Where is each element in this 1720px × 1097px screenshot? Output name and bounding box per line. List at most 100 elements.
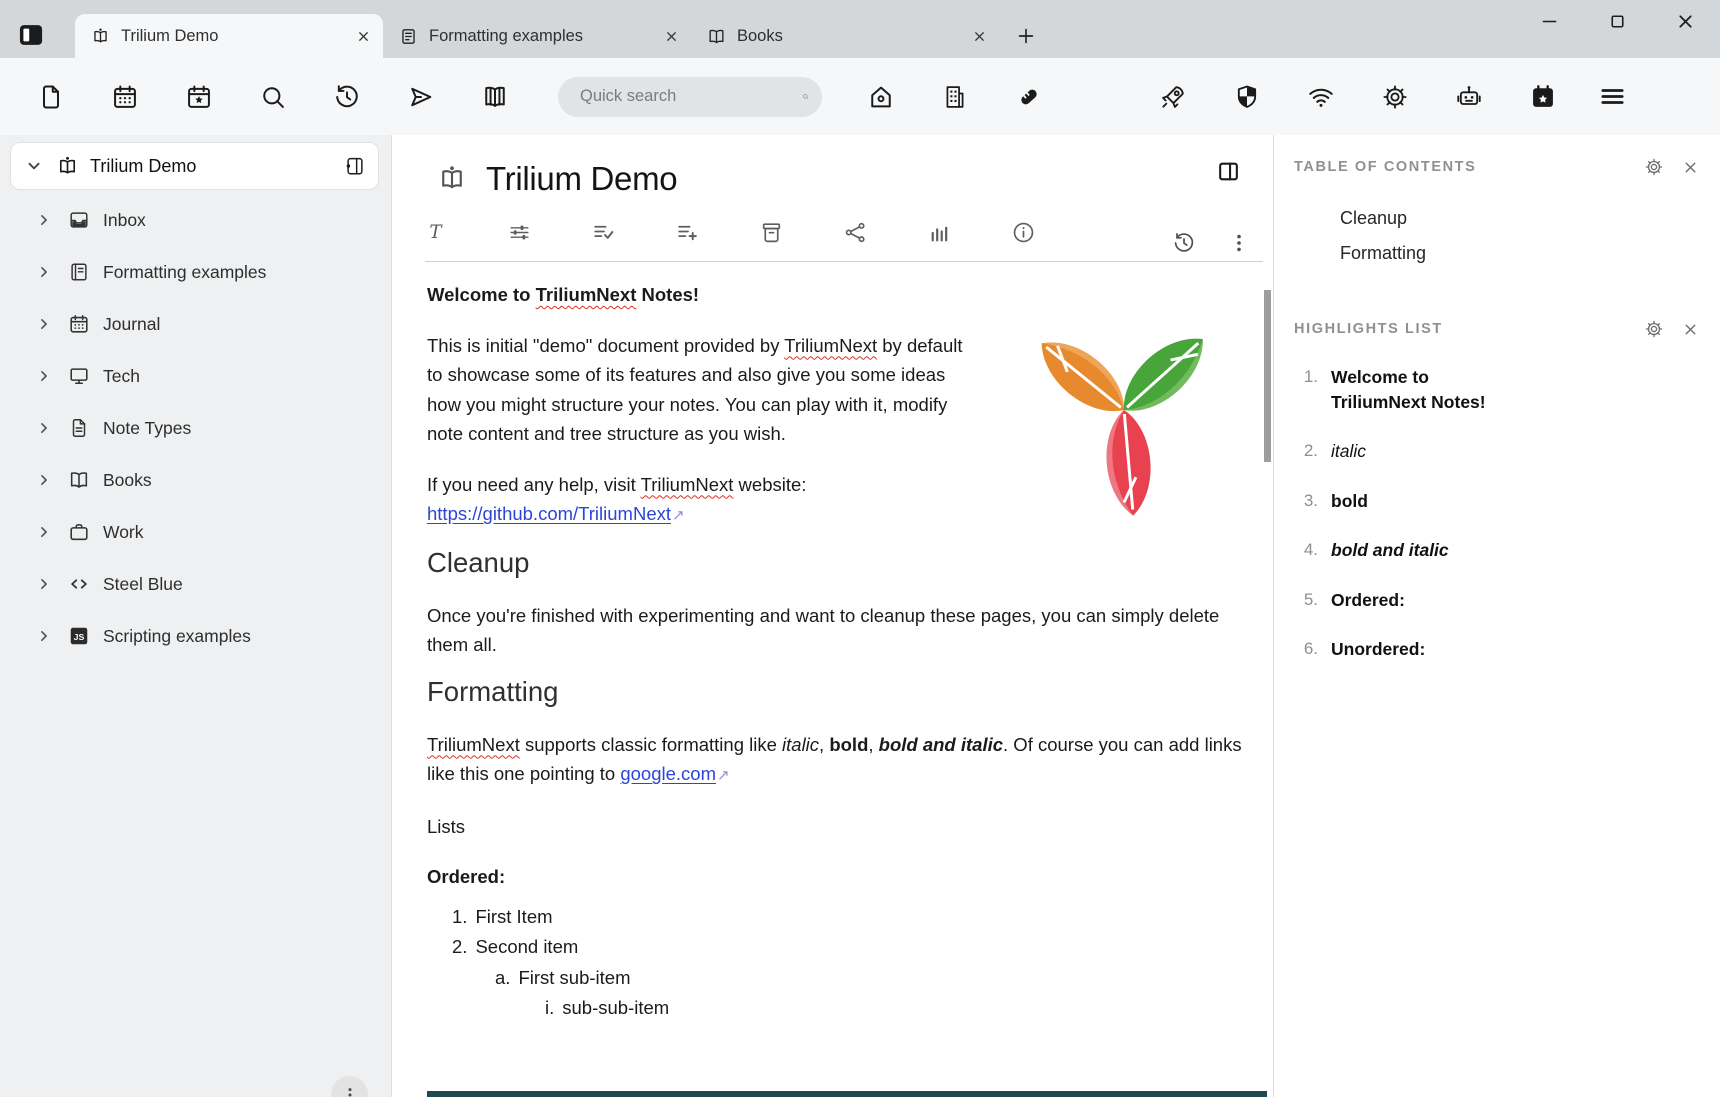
tree-item-tech[interactable]: Tech: [0, 350, 391, 402]
calendarstarfilled-icon[interactable]: [1529, 83, 1557, 111]
highlight-item-italic[interactable]: 2.italic: [1274, 439, 1720, 464]
external-link-icon: ↗: [672, 501, 685, 531]
titlebar: Trilium DemoFormatting examples Books: [0, 0, 1720, 58]
info-icon[interactable]: [1011, 220, 1036, 245]
highlights-header: HIGHLIGHTS LIST: [1294, 319, 1699, 339]
hamburger-menu-icon[interactable]: [1598, 82, 1627, 111]
gear-icon[interactable]: [1644, 157, 1664, 177]
note-title[interactable]: Trilium Demo: [486, 160, 677, 198]
rocket-icon[interactable]: [1159, 83, 1187, 111]
heading-cleanup: Cleanup: [427, 546, 1257, 580]
tab-formatting-examples[interactable]: Formatting examples: [383, 14, 691, 58]
history-icon[interactable]: [333, 83, 361, 111]
building-icon[interactable]: [941, 83, 969, 111]
close-icon[interactable]: [1682, 321, 1699, 338]
tree-root-trilium-demo[interactable]: Trilium Demo: [10, 142, 379, 190]
italict-icon[interactable]: T: [423, 220, 448, 245]
map-icon[interactable]: [481, 83, 509, 111]
tree-item-work[interactable]: Work: [0, 506, 391, 558]
tab-books[interactable]: Books: [691, 14, 999, 58]
chevron-right-icon[interactable]: [34, 210, 54, 230]
tree-item-journal[interactable]: Journal: [0, 298, 391, 350]
note-detail-pane: Trilium Demo T: [393, 135, 1273, 1097]
highlight-item-bold-and-italic[interactable]: 4.bold and italic: [1274, 538, 1720, 563]
calendarstar-icon[interactable]: [185, 83, 213, 111]
note-icon[interactable]: [437, 164, 467, 194]
chevron-right-icon[interactable]: [34, 418, 54, 438]
tree-item-scripting-examples[interactable]: JSScripting examples: [0, 610, 391, 662]
toc-item-formatting[interactable]: Formatting: [1340, 236, 1720, 271]
toc-items: CleanupFormatting: [1340, 201, 1720, 271]
content-link[interactable]: google.com: [620, 763, 716, 784]
tree-more-options-button[interactable]: [331, 1076, 368, 1097]
tree-item-inbox[interactable]: Inbox: [0, 194, 391, 246]
listcheck-icon[interactable]: [591, 220, 616, 245]
new-tab-button[interactable]: [1015, 25, 1037, 47]
marker-icon[interactable]: [1015, 83, 1043, 111]
robot-icon[interactable]: [1455, 83, 1483, 111]
split-pane-icon[interactable]: [1216, 159, 1241, 184]
highlight-item-bold[interactable]: 3.bold: [1274, 489, 1720, 514]
chevron-right-icon[interactable]: [34, 314, 54, 334]
quick-search[interactable]: [558, 77, 822, 117]
highlight-item-unordered[interactable]: 6.Unordered:: [1274, 637, 1720, 662]
send-icon[interactable]: [407, 83, 435, 111]
file-icon[interactable]: [37, 83, 65, 111]
archive-icon[interactable]: [759, 220, 784, 245]
toolbar-left-icons: [37, 83, 509, 111]
content-link[interactable]: https://github.com/TriliumNext: [427, 503, 671, 524]
tree-item-formatting-examples[interactable]: Formatting examples: [0, 246, 391, 298]
close-icon[interactable]: [1682, 159, 1699, 176]
wifi-icon[interactable]: [1307, 83, 1335, 111]
close-tab-icon[interactable]: [972, 29, 987, 44]
tree-item-books[interactable]: Books: [0, 454, 391, 506]
maximize-button[interactable]: [1607, 11, 1628, 32]
tree-item-label: Work: [103, 522, 144, 543]
close-window-button[interactable]: [1675, 11, 1696, 32]
chevron-right-icon[interactable]: [34, 262, 54, 282]
tune-icon[interactable]: [507, 220, 532, 245]
highlight-item-ordered[interactable]: 5.Ordered:: [1274, 588, 1720, 613]
chevron-right-icon[interactable]: [34, 522, 54, 542]
gear-icon[interactable]: [1381, 83, 1409, 111]
tree-item-steel-blue[interactable]: Steel Blue: [0, 558, 391, 610]
chevron-right-icon[interactable]: [34, 470, 54, 490]
kebab-icon[interactable]: [1227, 231, 1251, 255]
close-tab-icon[interactable]: [664, 29, 679, 44]
jsBadge-icon: JS: [68, 625, 90, 647]
chevron-right-icon[interactable]: [34, 626, 54, 646]
highlight-item-welcome-to-triliumnext-notes[interactable]: 1.Welcome to TriliumNext Notes!: [1274, 365, 1720, 414]
close-tab-icon[interactable]: [356, 29, 371, 44]
tab-trilium-demo[interactable]: Trilium Demo: [75, 14, 383, 58]
home-icon[interactable]: [867, 83, 895, 111]
shield-icon[interactable]: [1233, 83, 1261, 111]
calendar-icon[interactable]: [111, 83, 139, 111]
tree-items: InboxFormatting examplesJournalTech Note …: [0, 194, 391, 662]
sidebar-toggle-icon[interactable]: [17, 21, 45, 49]
history-icon[interactable]: [1172, 231, 1196, 255]
journal-icon: [68, 261, 90, 283]
note-content[interactable]: Welcome to TriliumNext Notes! This is in…: [393, 262, 1273, 1024]
door-hoist-icon[interactable]: [344, 155, 366, 177]
chevron-down-icon[interactable]: [23, 155, 45, 177]
sharenet-icon[interactable]: [843, 220, 868, 245]
gear-icon[interactable]: [1644, 319, 1664, 339]
content-scrollbar[interactable]: [1264, 290, 1271, 462]
tree-item-note-types[interactable]: Note Types: [0, 402, 391, 454]
search-icon[interactable]: [259, 83, 287, 111]
minimize-button[interactable]: [1539, 11, 1560, 32]
monitor-icon: [68, 365, 90, 387]
highlights-header-label: HIGHLIGHTS LIST: [1294, 321, 1443, 337]
barchart-icon[interactable]: [927, 220, 952, 245]
bookPot-icon: [91, 27, 110, 46]
chevron-right-icon[interactable]: [34, 574, 54, 594]
chevron-right-icon[interactable]: [34, 366, 54, 386]
tab-label: Books: [737, 27, 783, 46]
listplus-icon[interactable]: [675, 220, 700, 245]
tree-item-label: Note Types: [103, 418, 191, 439]
quick-search-input[interactable]: [578, 86, 802, 107]
briefcase-icon: [68, 521, 90, 543]
ordered-list: 1.First Item2.Second itema.First sub-ite…: [427, 902, 1257, 1024]
toc-item-cleanup[interactable]: Cleanup: [1340, 201, 1720, 236]
toc-header-label: TABLE OF CONTENTS: [1294, 159, 1476, 175]
